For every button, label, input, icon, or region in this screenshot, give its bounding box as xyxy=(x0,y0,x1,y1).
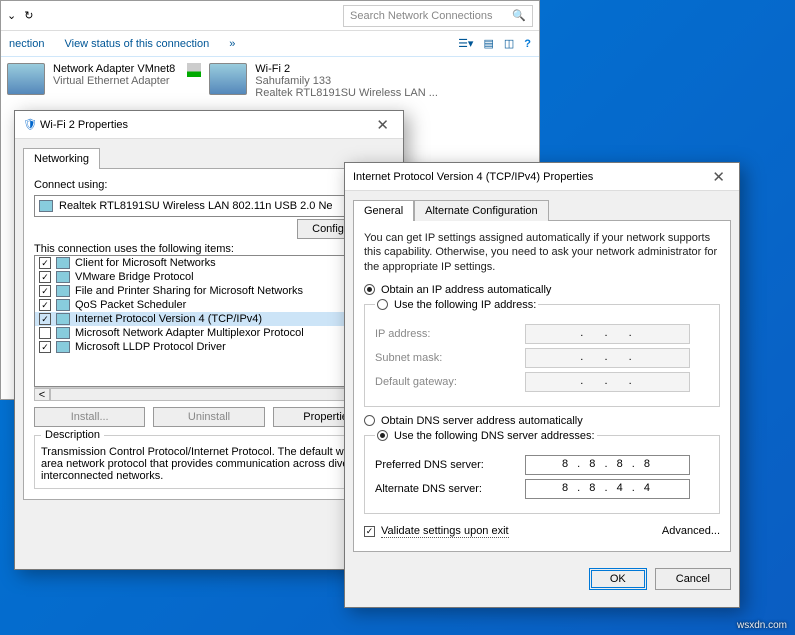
item-label: Client for Microsoft Networks xyxy=(75,257,216,269)
adapter-device: Realtek RTL8191SU Wireless LAN ... xyxy=(255,87,438,99)
list-item[interactable]: ✓ Internet Protocol Version 4 (TCP/IPv4) xyxy=(35,312,383,326)
search-input[interactable]: Search Network Connections 🔍 xyxy=(343,5,533,27)
watermark: wsxdn.com xyxy=(737,620,787,631)
address-bar: ⌄ ↻ Search Network Connections 🔍 xyxy=(1,1,539,31)
adapter-icon xyxy=(209,63,247,95)
description-text: Transmission Control Protocol/Internet P… xyxy=(41,446,377,482)
signal-icon xyxy=(187,63,201,77)
validate-checkbox[interactable]: ✓Validate settings upon exit xyxy=(364,525,509,538)
mask-field: . . . xyxy=(525,348,690,368)
install-button[interactable]: Install... xyxy=(34,407,145,427)
item-label: QoS Packet Scheduler xyxy=(75,299,186,311)
close-icon[interactable]: ✕ xyxy=(706,168,731,186)
dns1-field[interactable]: 8 . 8 . 8 . 8 xyxy=(525,455,690,475)
view-icon[interactable]: ☰▾ xyxy=(458,37,473,50)
checkbox-icon[interactable] xyxy=(39,327,51,339)
item-label: Microsoft LLDP Protocol Driver xyxy=(75,341,226,353)
checkbox-icon[interactable]: ✓ xyxy=(39,313,51,325)
close-icon[interactable]: ✕ xyxy=(370,116,395,134)
ok-button[interactable]: OK xyxy=(589,568,647,590)
gw-field: . . . xyxy=(525,372,690,392)
item-label: VMware Bridge Protocol xyxy=(75,271,194,283)
refresh-icon[interactable]: ↻ xyxy=(24,9,33,22)
cancel-button[interactable]: Cancel xyxy=(655,568,731,590)
description-label: Description xyxy=(41,429,104,441)
adapter-wifi2[interactable]: Wi-Fi 2 Sahufamily 133 Realtek RTL8191SU… xyxy=(181,57,444,105)
checkbox-icon[interactable]: ✓ xyxy=(39,285,51,297)
details-icon[interactable]: ◫ xyxy=(504,37,514,50)
radio-use-ip[interactable]: Use the following IP address: xyxy=(375,299,538,311)
protocol-icon xyxy=(56,271,70,283)
dialog-title: Wi-Fi 2 Properties xyxy=(40,119,128,131)
adapter-title: Network Adapter VMnet8 xyxy=(53,63,175,75)
list-item[interactable]: ✓ QoS Packet Scheduler xyxy=(35,298,383,312)
radio-use-dns[interactable]: Use the following DNS server addresses: xyxy=(375,430,597,442)
protocol-icon xyxy=(56,257,70,269)
connect-using-label: Connect using: xyxy=(34,179,384,191)
list-item[interactable]: Microsoft Network Adapter Multiplexor Pr… xyxy=(35,326,383,340)
search-placeholder: Search Network Connections xyxy=(350,10,492,22)
dns2-label: Alternate DNS server: xyxy=(375,483,525,495)
checkbox-icon[interactable]: ✓ xyxy=(39,299,51,311)
uninstall-button[interactable]: Uninstall xyxy=(153,407,264,427)
adapter-vmnet8[interactable]: Network Adapter VMnet8 Virtual Ethernet … xyxy=(1,57,181,105)
adapter-sub: Sahufamily 133 xyxy=(255,75,438,87)
shield-icon: 🛡 xyxy=(23,118,37,131)
dns2-field[interactable]: 8 . 8 . 4 . 4 xyxy=(525,479,690,499)
protocol-icon xyxy=(56,327,70,339)
adapter-sub: Virtual Ethernet Adapter xyxy=(53,75,175,87)
radio-obtain-ip[interactable]: Obtain an IP address automatically xyxy=(364,284,720,296)
list-item[interactable]: ✓ File and Printer Sharing for Microsoft … xyxy=(35,284,383,298)
nic-icon xyxy=(39,200,53,212)
dropdown-icon[interactable]: ⌄ xyxy=(7,9,16,22)
list-item[interactable]: ✓ Client for Microsoft Networks xyxy=(35,256,383,270)
radio-obtain-dns[interactable]: Obtain DNS server address automatically xyxy=(364,415,720,427)
ipv4-properties-dialog: Internet Protocol Version 4 (TCP/IPv4) P… xyxy=(344,162,740,608)
help-icon[interactable]: ? xyxy=(524,38,531,50)
checkbox-icon[interactable]: ✓ xyxy=(39,341,51,353)
item-label: File and Printer Sharing for Microsoft N… xyxy=(75,285,303,297)
item-label: Internet Protocol Version 4 (TCP/IPv4) xyxy=(75,313,262,325)
dialog-title: Internet Protocol Version 4 (TCP/IPv4) P… xyxy=(353,171,593,183)
command-bar: nection View status of this connection »… xyxy=(1,31,539,57)
dns1-label: Preferred DNS server: xyxy=(375,459,525,471)
adapter-title: Wi-Fi 2 xyxy=(255,63,438,75)
tab-general[interactable]: General xyxy=(353,200,414,221)
tab-networking[interactable]: Networking xyxy=(23,148,100,169)
adapter-icon xyxy=(7,63,45,95)
desc-text: You can get IP settings assigned automat… xyxy=(364,231,720,274)
scrollbar[interactable]: <> xyxy=(34,387,384,401)
gw-label: Default gateway: xyxy=(375,376,525,388)
mask-label: Subnet mask: xyxy=(375,352,525,364)
protocol-icon xyxy=(56,285,70,297)
protocol-icon xyxy=(56,341,70,353)
checkbox-icon[interactable]: ✓ xyxy=(39,257,51,269)
adapter-name: Realtek RTL8191SU Wireless LAN 802.11n U… xyxy=(59,200,333,212)
item-label: Microsoft Network Adapter Multiplexor Pr… xyxy=(75,327,304,339)
nav-link[interactable]: nection xyxy=(9,38,44,50)
list-icon[interactable]: ▤ xyxy=(483,37,493,50)
protocol-list[interactable]: ✓ Client for Microsoft Networks ✓ VMware Br… xyxy=(34,255,384,387)
items-label: This connection uses the following items… xyxy=(34,243,384,255)
adapter-field: Realtek RTL8191SU Wireless LAN 802.11n U… xyxy=(34,195,384,217)
ip-label: IP address: xyxy=(375,328,525,340)
tab-alternate[interactable]: Alternate Configuration xyxy=(414,200,549,221)
list-item[interactable]: ✓ VMware Bridge Protocol xyxy=(35,270,383,284)
ip-field: . . . xyxy=(525,324,690,344)
advanced-button[interactable]: Advanced... xyxy=(662,525,720,537)
protocol-icon xyxy=(56,299,70,311)
checkbox-icon[interactable]: ✓ xyxy=(39,271,51,283)
list-item[interactable]: ✓ Microsoft LLDP Protocol Driver xyxy=(35,340,383,354)
view-status-link[interactable]: View status of this connection xyxy=(64,38,209,50)
search-icon: 🔍 xyxy=(512,9,526,22)
protocol-icon xyxy=(56,313,70,325)
